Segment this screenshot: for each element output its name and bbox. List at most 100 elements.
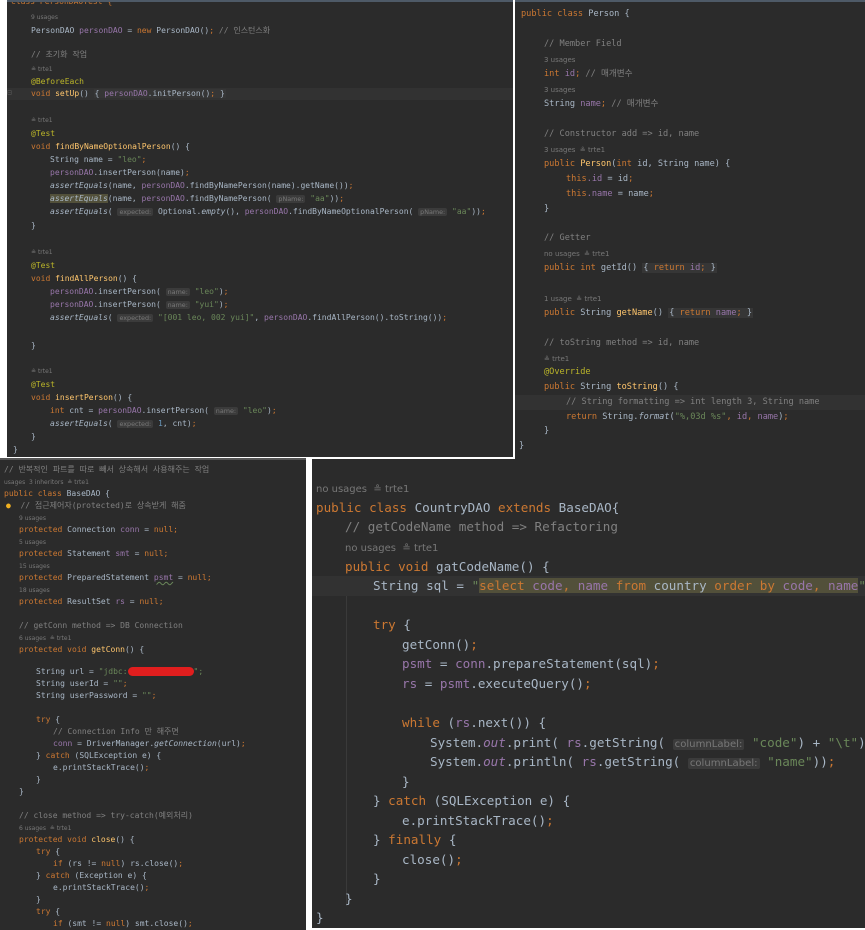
annotation: @Test — [31, 380, 56, 389]
code-line: } — [31, 221, 36, 230]
user-icon: ≗ — [373, 484, 385, 495]
annotation: @Test — [31, 261, 56, 270]
param-hint: expected: — [117, 420, 154, 428]
code-line: } — [36, 895, 41, 904]
usages-hint[interactable]: 3 usages — [544, 53, 575, 68]
code-line: class PersonDAOTest { — [11, 0, 113, 6]
user-icon: ≗ — [579, 146, 588, 154]
code-line: try { — [373, 617, 411, 632]
redacted-connection-string — [127, 667, 194, 676]
code-line: String name = "leo"; — [50, 155, 147, 164]
code-line: void insertPerson() { — [31, 393, 133, 402]
code-line: assertEquals(name, personDAO.findByNameP… — [50, 181, 354, 190]
editor-pane-country-dao[interactable]: no usages ≗ trte1 public class CountryDA… — [312, 459, 865, 928]
editor-pane-person[interactable]: public class Person { // Member Field 3 … — [515, 0, 865, 459]
code-line: } — [316, 910, 324, 925]
user-icon: ≗ — [402, 543, 414, 554]
code-line: this.id = id; — [566, 174, 634, 184]
code-line: } — [13, 445, 18, 454]
author-hint[interactable]: ≗ trte1 — [31, 366, 53, 378]
user-icon: ≗ — [31, 117, 38, 124]
editor-pane-base-dao[interactable]: // 반복적인 파트를 따로 빼서 상속해서 사용해주는 작업 usages 3… — [0, 458, 306, 930]
code-comment: // Getter — [544, 233, 591, 243]
code-line: String userPassword = ""; — [36, 691, 157, 700]
code-line: public String toString() { — [544, 382, 679, 392]
code-line: } — [31, 341, 36, 350]
code-line: public int getId() { return id; } — [544, 263, 717, 273]
code-line: public Person(int id, String name) { — [544, 159, 731, 169]
code-line: e.printStackTrace(); — [402, 813, 554, 828]
code-line: protected Connection conn = null; — [19, 525, 178, 534]
code-line: } — [544, 426, 550, 436]
code-line: e.printStackTrace(); — [53, 883, 150, 892]
param-hint: expected: — [117, 208, 154, 216]
code-line: } finally { — [373, 832, 457, 847]
indent-guide — [346, 596, 347, 906]
code-line: public void gatCodeName() { — [345, 559, 550, 574]
code-line: } catch (Exception e) { — [36, 871, 147, 880]
code-line: while (rs.next()) { — [402, 715, 547, 730]
usages-hint[interactable]: 3 usages — [544, 83, 575, 98]
code-line: conn = DriverManager.getConnection(url); — [53, 739, 246, 748]
code-line: String url = "jdbc: "; — [36, 667, 204, 676]
param-hint: pName: — [276, 195, 306, 203]
code-line: if (rs != null) rs.close(); — [53, 859, 184, 868]
usages-hint[interactable]: no usages ≗ trte1 — [544, 247, 609, 262]
usages-hint[interactable]: 9 usages — [31, 12, 58, 24]
annotation: @BeforeEach — [31, 77, 84, 86]
code-line: personDAO.insertPerson( name: "yui"); — [50, 300, 229, 309]
code-line: System.out.println( rs.getString( column… — [430, 754, 836, 769]
code-line: protected void getConn() { — [19, 645, 145, 654]
param-hint: name: — [213, 407, 239, 415]
usages-hint[interactable]: no usages ≗ trte1 — [345, 539, 438, 559]
annotation: @Override — [544, 367, 591, 377]
param-hint: columnLabel: — [672, 739, 745, 750]
code-line: this.name = name; — [566, 189, 654, 199]
code-line: } — [402, 774, 410, 789]
code-comment: // Connection Info 만 해주면 — [53, 727, 179, 736]
code-line: getConn(); — [402, 637, 478, 652]
code-line: void setUp() { personDAO.initPerson(); } — [31, 89, 226, 98]
code-line: } — [19, 787, 24, 796]
code-line: public class BaseDAO { — [4, 489, 110, 498]
editor-pane-person-dao-test[interactable]: class PersonDAOTest { 9 usages PersonDAO… — [7, 0, 513, 457]
usages-hint[interactable]: 3 usages ≗ trte1 — [544, 143, 605, 158]
annotation: @Test — [31, 129, 56, 138]
code-line: public class CountryDAO extends BaseDAO{ — [316, 500, 620, 515]
param-hint: name: — [165, 288, 190, 296]
code-line: void findByNameOptionalPerson() { — [31, 142, 190, 151]
usages-hint[interactable]: no usages ≗ trte1 — [316, 480, 409, 500]
code-line: protected ResultSet rs = null; — [19, 597, 164, 606]
code-line: } catch (SQLException e) { — [373, 793, 571, 808]
code-line: public class Person { — [521, 9, 630, 19]
code-line: protected Statement smt = null; — [19, 549, 169, 558]
code-comment: // Member Field — [544, 39, 622, 49]
code-line: personDAO.insertPerson(name); — [50, 168, 190, 177]
code-comment: // String formatting => int length 3, St… — [566, 397, 820, 407]
param-hint: expected: — [117, 314, 154, 322]
code-line: try { — [36, 715, 61, 724]
usages-hint[interactable]: 1 usage ≗ trte1 — [544, 292, 602, 307]
code-line: int cnt = personDAO.insertPerson( name: … — [50, 406, 277, 415]
code-line: } — [36, 775, 41, 784]
code-comment: // getConn method => DB Connection — [19, 621, 183, 630]
code-line: } catch (SQLException e) { — [36, 751, 162, 760]
author-hint[interactable]: ≗ trte1 — [31, 64, 53, 76]
lightbulb-icon[interactable]: ● — [6, 501, 11, 510]
code-comment: // Constructor add => id, name — [544, 129, 700, 139]
code-line: e.printStackTrace(); — [53, 763, 150, 772]
author-hint[interactable]: ≗ trte1 — [31, 247, 53, 259]
fold-icon[interactable]: ⊟ — [7, 88, 12, 97]
code-line: try { — [36, 907, 61, 916]
code-comment: // toString method => id, name — [544, 338, 700, 348]
code-comment: // 반복적인 파트를 따로 빼서 상속해서 사용해주는 작업 — [4, 465, 210, 474]
code-line: assertEquals( expected: Optional.empty()… — [50, 207, 486, 216]
param-hint: pName: — [418, 208, 448, 216]
author-hint[interactable]: ≗ trte1 — [31, 115, 53, 127]
code-line: } — [31, 432, 36, 441]
code-line: protected PreparedStatement psmt = null; — [19, 573, 212, 582]
code-line: } — [373, 871, 381, 886]
code-line: String name; // 매개변수 — [544, 99, 659, 109]
code-comment: // getCodeName method => Refactoring — [345, 519, 618, 534]
code-line: } — [544, 204, 550, 214]
